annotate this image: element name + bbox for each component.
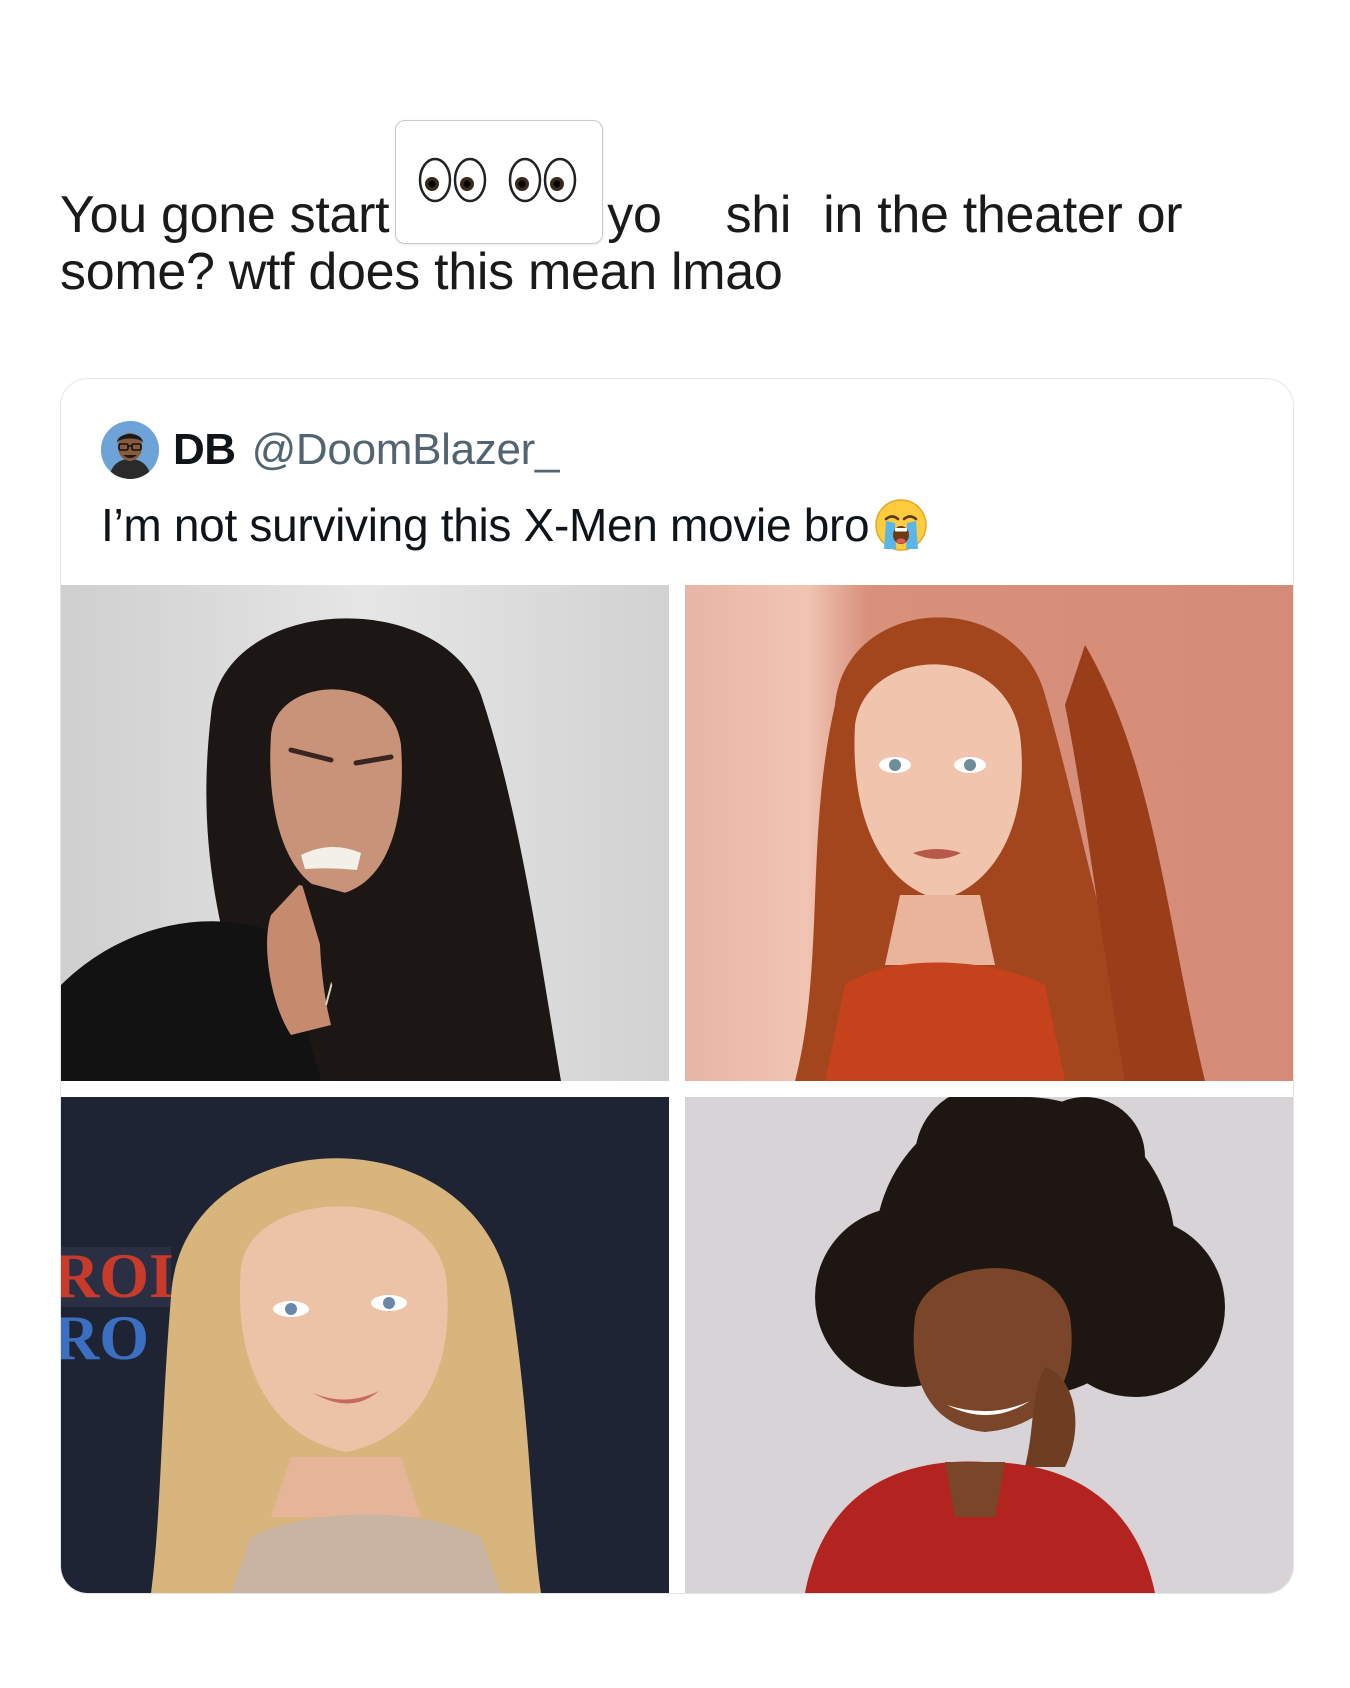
- quoted-tweet-card[interactable]: DB @DoomBlazer_ I’m not surviving this X…: [60, 378, 1294, 1594]
- caption-line-2: some? wtf does this mean lmao: [60, 243, 783, 301]
- photo-blonde-woman[interactable]: ROI RO: [61, 1097, 669, 1593]
- caption-text-end: in the theater or: [823, 186, 1183, 244]
- eyes-emoji-icon: [418, 157, 488, 203]
- eyes-emoji-popup: [395, 120, 604, 244]
- photo-dark-hair-woman[interactable]: [61, 585, 669, 1081]
- eyes-emoji-icon: [508, 157, 578, 203]
- quoted-tweet-header: DB @DoomBlazer_: [101, 419, 559, 481]
- quoted-tweet-text: I’m not surviving this X-Men movie bro: [101, 497, 929, 553]
- cartoon-avatar-icon[interactable]: [101, 421, 159, 479]
- quoted-tweet-text-body: I’m not surviving this X-Men movie bro: [101, 499, 870, 551]
- caption-line-1: You gone start yo shi in the theater or: [60, 120, 1290, 244]
- quoted-tweet-photo-grid: ROI RO: [61, 585, 1293, 1593]
- user-handle[interactable]: @DoomBlazer_: [252, 425, 560, 475]
- photo-red-hair-woman[interactable]: [685, 585, 1293, 1081]
- loudly-crying-face-icon: [873, 497, 929, 553]
- photo-curly-hair-woman[interactable]: [685, 1097, 1293, 1593]
- post-caption: You gone start yo shi in the theater or …: [60, 120, 1290, 310]
- svg-text:RO: RO: [61, 1302, 149, 1373]
- display-name[interactable]: DB: [173, 425, 236, 475]
- svg-text:ROI: ROI: [61, 1240, 174, 1311]
